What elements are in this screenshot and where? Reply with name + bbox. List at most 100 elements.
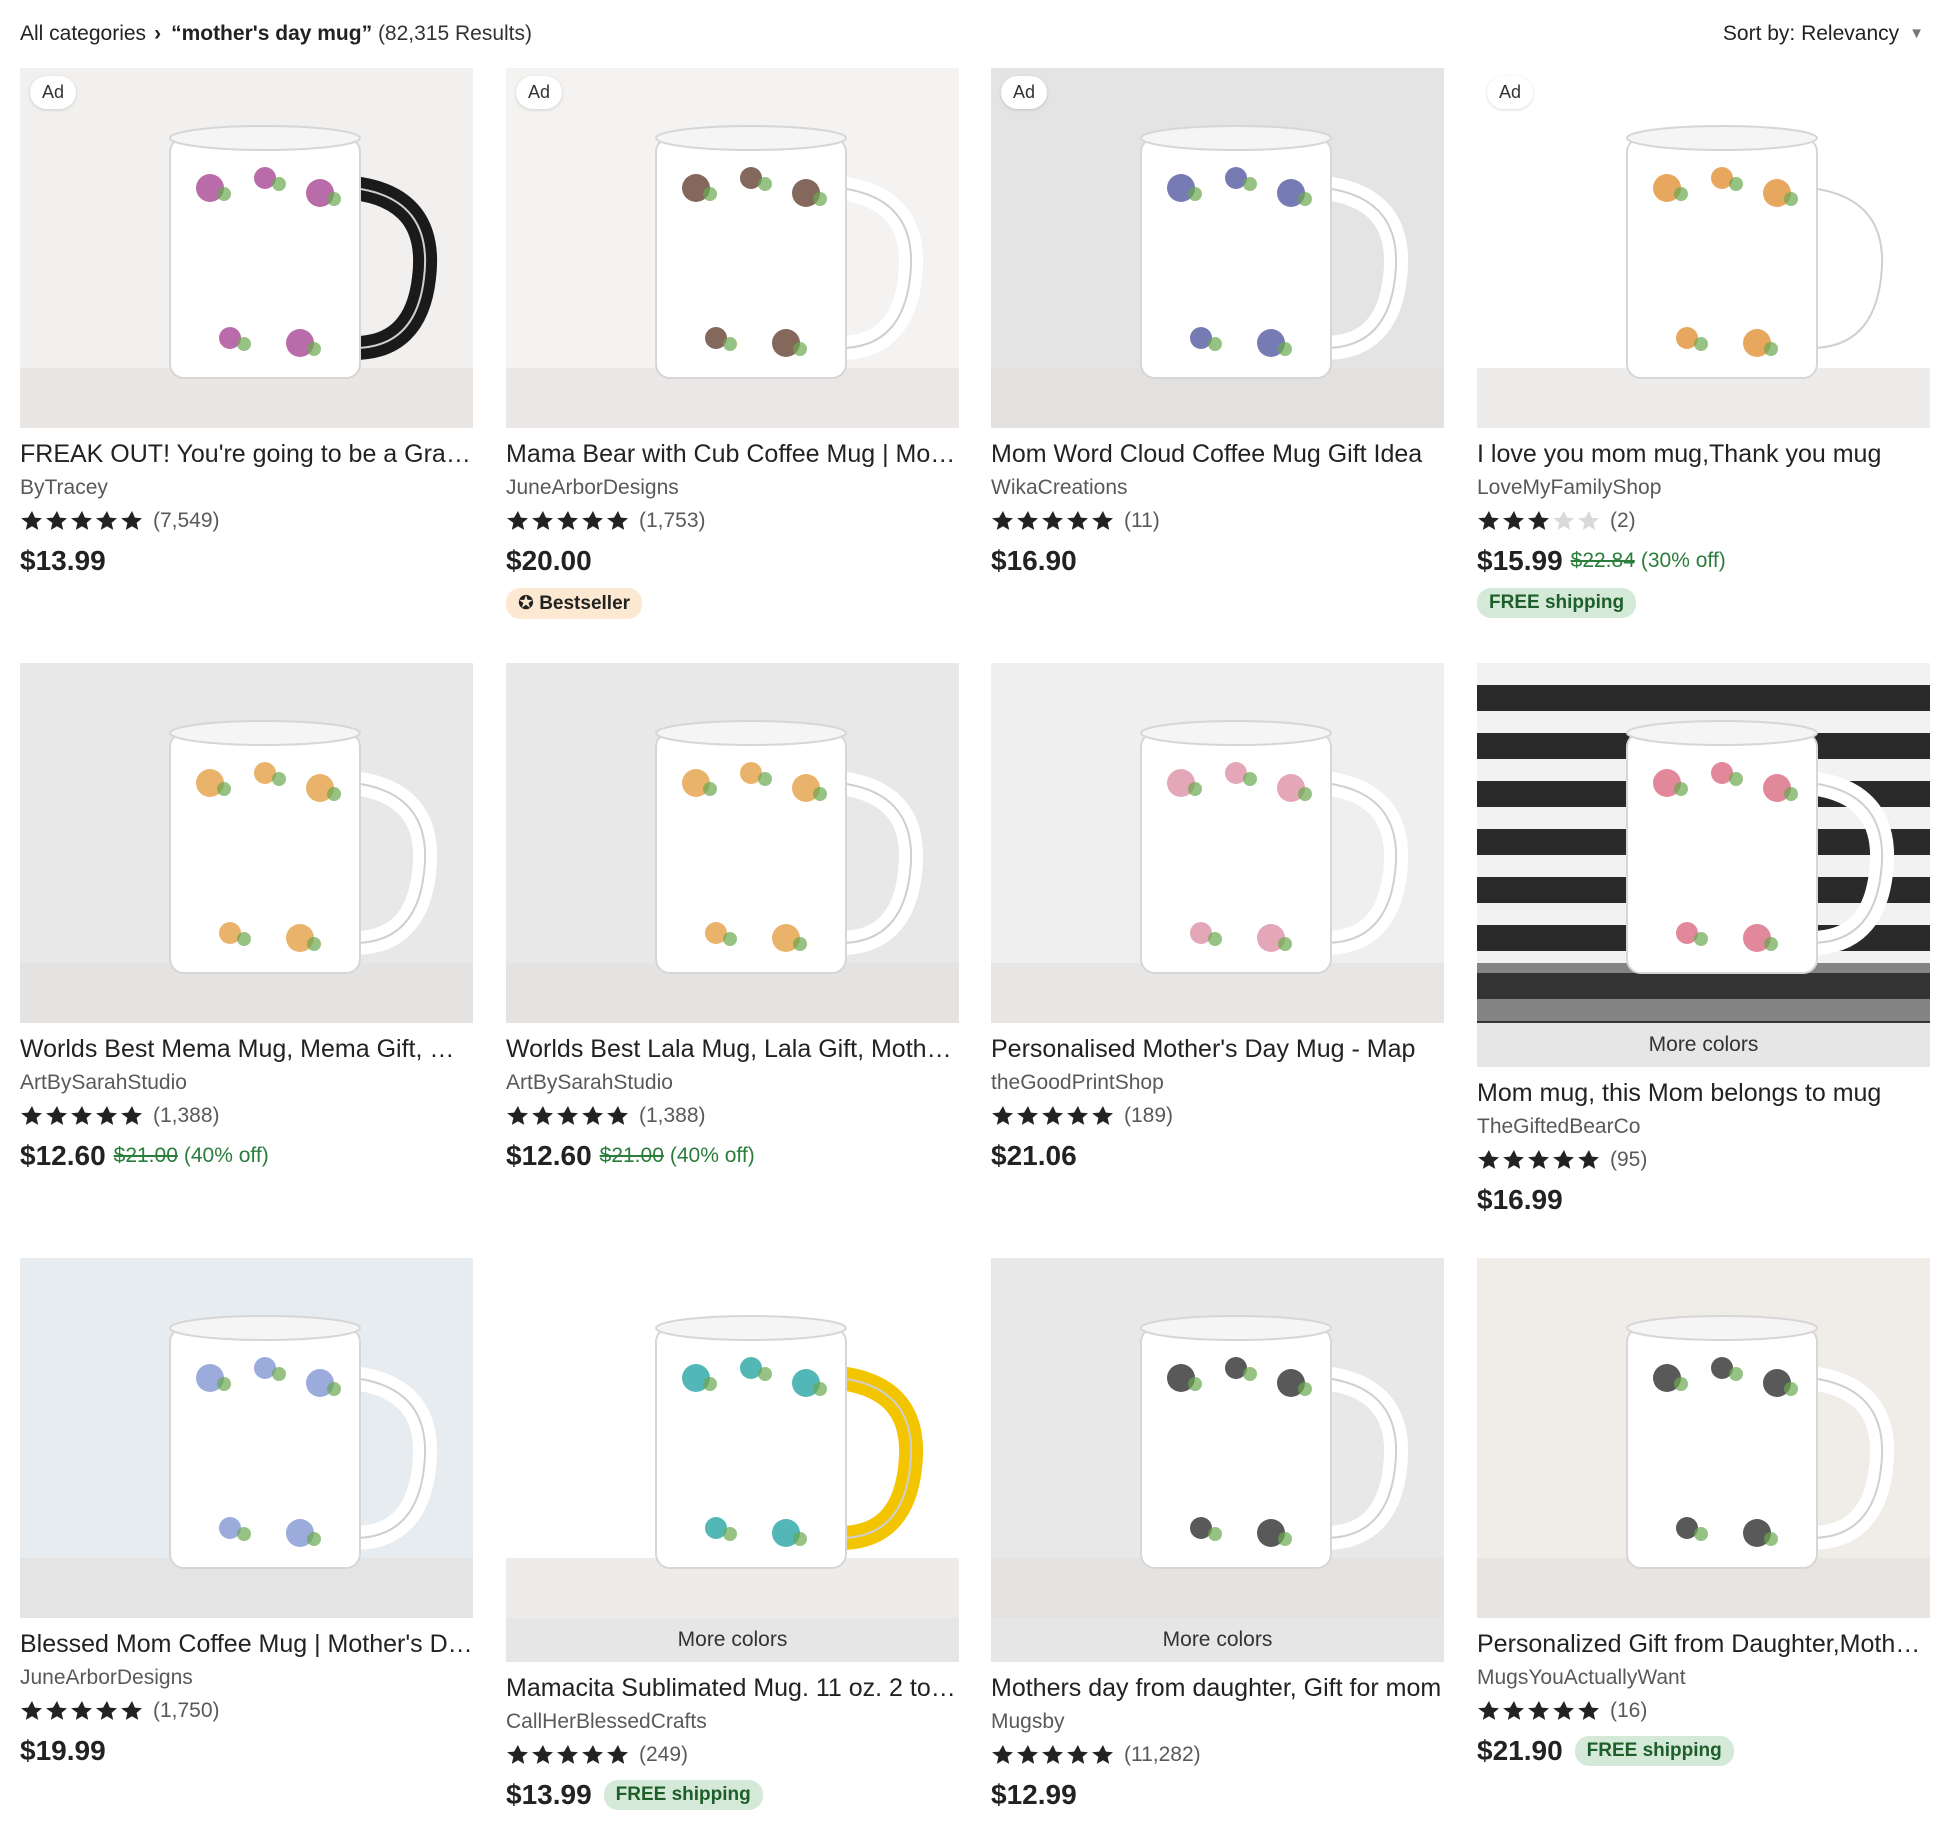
review-count: (1,750) — [153, 1699, 220, 1722]
star-rating-icons — [991, 509, 1116, 533]
award-icon: ✪ — [518, 593, 540, 614]
original-price: $21.00 — [599, 1144, 664, 1167]
shop-name[interactable]: Mugsby — [991, 1710, 1444, 1734]
star-rating-icons — [20, 1699, 145, 1723]
price-line: $16.90 — [991, 544, 1444, 578]
bestseller-badge: ✪ Bestseller — [506, 588, 643, 619]
listing-card[interactable]: Worlds Best Mema Mug, Mema Gift, Mother'… — [20, 663, 473, 1173]
sort-label: Sort by: Relevancy — [1722, 22, 1900, 45]
more-colors-bar[interactable]: More colors — [506, 1618, 959, 1662]
rating: (1,388) — [20, 1103, 473, 1129]
results-header: All categories › “mother's day mug” (82,31… — [20, 18, 1924, 54]
mug-flower-wreath-image[interactable]: Ad — [1477, 68, 1930, 428]
mug-worlds-best-mema-image[interactable] — [20, 663, 473, 1023]
review-count: (189) — [1124, 1104, 1174, 1127]
mug-mother-daughter-image[interactable] — [1477, 1258, 1930, 1618]
price-line: $16.99 — [1477, 1183, 1930, 1217]
shop-name[interactable]: theGoodPrintShop — [991, 1071, 1444, 1095]
listing-card[interactable]: Personalized Gift from Daughter,Mother's… — [1477, 1258, 1930, 1768]
shop-name[interactable]: WikaCreations — [991, 476, 1444, 500]
star-rating-icons — [20, 509, 145, 533]
listing-card[interactable]: Blessed Mom Coffee Mug | Mother's Day Gi… — [20, 1258, 473, 1768]
listing-title[interactable]: Worlds Best Lala Mug, Lala Gift, Mother'… — [506, 1033, 959, 1065]
mug-map-image[interactable] — [991, 663, 1444, 1023]
ad-badge: Ad — [30, 76, 77, 109]
discount-percent: (30% off) — [1640, 549, 1726, 572]
review-count: (1,388) — [639, 1104, 706, 1127]
listing-title[interactable]: Worlds Best Mema Mug, Mema Gift, Mother'… — [20, 1033, 473, 1065]
listing-card[interactable]: Ad I love you mom mug,Thank you mug LoveMy… — [1477, 68, 1930, 618]
mug-blessed-mama-image[interactable] — [20, 1258, 473, 1618]
rating: (11) — [991, 508, 1444, 534]
mug-favorite-child-image[interactable] — [991, 1258, 1444, 1618]
mug-worlds-best-lala-image[interactable] — [506, 663, 959, 1023]
sort-dropdown[interactable]: Sort by: Relevancy ▼ — [1723, 22, 1924, 46]
results-count: (82,315 Results) — [377, 22, 533, 45]
listing-card[interactable]: Ad FREAK OUT! You're going to be a Grandm… — [20, 68, 473, 578]
listing-title[interactable]: I love you mom mug,Thank you mug — [1477, 438, 1930, 470]
price: $20.00 — [506, 545, 592, 576]
review-count: (16) — [1610, 1699, 1648, 1722]
mug-word-cloud-image[interactable]: Ad — [991, 68, 1444, 428]
review-count: (249) — [639, 1743, 689, 1766]
price: $12.60 — [506, 1140, 592, 1171]
listing-title[interactable]: Mom mug, this Mom belongs to mug — [1477, 1077, 1930, 1109]
listing-title[interactable]: Mama Bear with Cub Coffee Mug | Mother's… — [506, 438, 959, 470]
listing-card[interactable]: Ad Mom Word Cloud Coffee Mug Gift Idea Wik… — [991, 68, 1444, 578]
ad-badge: Ad — [1001, 76, 1048, 109]
price: $16.99 — [1477, 1184, 1563, 1215]
mug-grandma-image[interactable]: Ad — [20, 68, 473, 428]
price: $16.90 — [991, 545, 1077, 576]
rating: (1,750) — [20, 1698, 473, 1724]
free-shipping-badge: FREE shipping — [1574, 1736, 1734, 1766]
star-rating-icons — [1477, 509, 1602, 533]
price: $21.90 — [1477, 1735, 1563, 1766]
discount-percent: (40% off) — [669, 1144, 755, 1167]
shop-name[interactable]: JuneArborDesigns — [506, 476, 959, 500]
price: $15.99 — [1477, 545, 1563, 576]
price-line: $13.99 FREE shipping — [506, 1778, 959, 1812]
listing-card[interactable]: More colors Mothers day from daughter, Gi… — [991, 1258, 1444, 1812]
mug-mamacita-image[interactable] — [506, 1258, 959, 1618]
listing-title[interactable]: Personalized Gift from Daughter,Mother's… — [1477, 1628, 1930, 1660]
price-line: $12.99 — [991, 1778, 1444, 1812]
shop-name[interactable]: ByTracey — [20, 476, 473, 500]
shop-name[interactable]: MugsYouActuallyWant — [1477, 1666, 1930, 1690]
bestseller-label: Bestseller — [539, 593, 631, 614]
mug-this-mom-image[interactable] — [1477, 663, 1930, 1023]
shop-name[interactable]: JuneArborDesigns — [20, 1666, 473, 1690]
listing-title[interactable]: Personalised Mother's Day Mug - Map — [991, 1033, 1444, 1065]
listing-card[interactable]: Worlds Best Lala Mug, Lala Gift, Mother'… — [506, 663, 959, 1173]
price-line: $15.99 $22.84 (30% off) — [1477, 544, 1930, 578]
shop-name[interactable]: LoveMyFamilyShop — [1477, 476, 1930, 500]
mug-mama-bear-image[interactable]: Ad — [506, 68, 959, 428]
shop-name[interactable]: TheGiftedBearCo — [1477, 1115, 1930, 1139]
listing-title[interactable]: Mothers day from daughter, Gift for mom — [991, 1672, 1444, 1704]
shop-name[interactable]: ArtBySarahStudio — [506, 1071, 959, 1095]
shop-name[interactable]: CallHerBlessedCrafts — [506, 1710, 959, 1734]
listing-card[interactable]: More colors Mom mug, this Mom belongs to … — [1477, 663, 1930, 1217]
listing-card[interactable]: More colors Mamacita Sublimated Mug. 11 o… — [506, 1258, 959, 1812]
star-rating-icons — [991, 1743, 1116, 1767]
listing-title[interactable]: Mamacita Sublimated Mug. 11 oz. 2 tone m… — [506, 1672, 959, 1704]
listing-card[interactable]: Personalised Mother's Day Mug - Map theGo… — [991, 663, 1444, 1173]
price: $13.99 — [20, 545, 106, 576]
more-colors-bar[interactable]: More colors — [1477, 1023, 1930, 1067]
rating: (2) — [1477, 508, 1930, 534]
listing-title[interactable]: Blessed Mom Coffee Mug | Mother's Day Gi… — [20, 1628, 473, 1660]
price-line: $12.60 $21.00 (40% off) — [506, 1139, 959, 1173]
caret-down-icon: ▼ — [1909, 25, 1924, 42]
shop-name[interactable]: ArtBySarahStudio — [20, 1071, 473, 1095]
star-rating-icons — [20, 1104, 145, 1128]
listing-title[interactable]: Mom Word Cloud Coffee Mug Gift Idea — [991, 438, 1444, 470]
price-line: $20.00 — [506, 544, 959, 578]
listing-card[interactable]: Ad Mama Bear with Cub Coffee Mug | Mother… — [506, 68, 959, 619]
breadcrumb-all-categories[interactable]: All categories — [20, 22, 146, 45]
review-count: (2) — [1610, 509, 1636, 532]
more-colors-bar[interactable]: More colors — [991, 1618, 1444, 1662]
price: $13.99 — [506, 1779, 592, 1810]
rating: (7,549) — [20, 508, 473, 534]
search-query: “mother's day mug” — [171, 22, 373, 45]
listing-title[interactable]: FREAK OUT! You're going to be a Grandma — [20, 438, 473, 470]
review-count: (11) — [1124, 509, 1160, 532]
